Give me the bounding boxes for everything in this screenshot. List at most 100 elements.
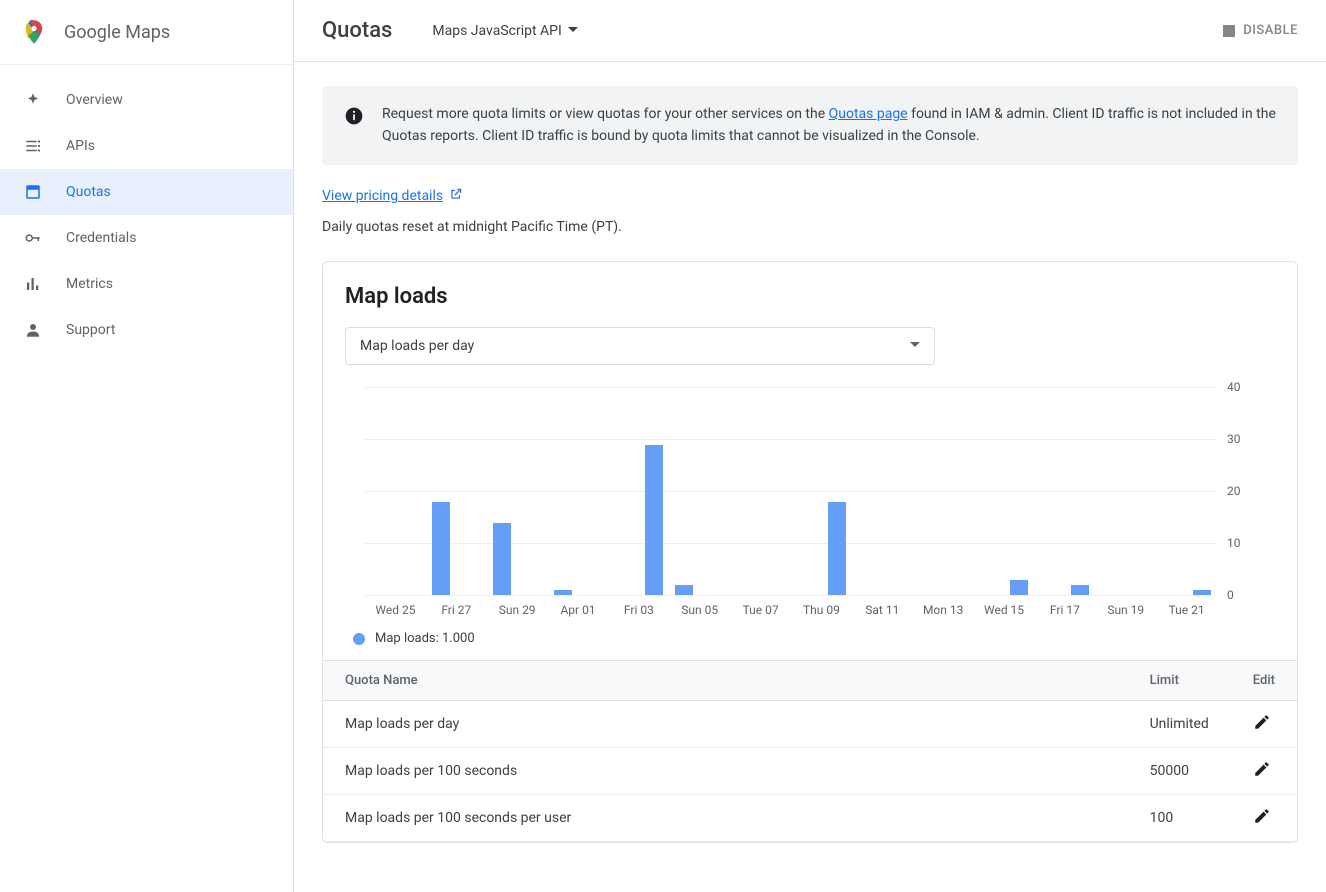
quota-limit-cell: Unlimited xyxy=(1128,701,1231,748)
x-tick: Tue 21 xyxy=(1156,603,1217,617)
edit-icon[interactable] xyxy=(1253,719,1271,735)
bar-slot xyxy=(913,387,943,595)
info-icon xyxy=(344,106,364,126)
main: Quotas Maps JavaScript API DISABLE Reque… xyxy=(294,0,1326,892)
bar-slot xyxy=(578,387,608,595)
map-loads-card: Map loads Map loads per day 010203040Wed… xyxy=(322,261,1298,843)
api-selector[interactable]: Maps JavaScript API xyxy=(432,23,577,39)
bar-slot xyxy=(1126,387,1156,595)
bars xyxy=(365,387,1217,595)
banner-pre: Request more quota limits or view quotas… xyxy=(382,106,829,122)
nav-label: Metrics xyxy=(66,276,113,292)
quota-limit-cell: 100 xyxy=(1128,795,1231,842)
stop-icon xyxy=(1223,25,1235,37)
y-tick: 0 xyxy=(1227,588,1267,602)
y-tick: 20 xyxy=(1227,484,1267,498)
bar xyxy=(493,523,511,596)
quota-limit-cell: 50000 xyxy=(1128,748,1231,795)
sidebar-item-support[interactable]: Support xyxy=(0,307,293,353)
bar-slot xyxy=(1004,387,1034,595)
bar-slot xyxy=(882,387,912,595)
bar-slot xyxy=(395,387,425,595)
bar xyxy=(1193,590,1211,595)
caret-down-icon xyxy=(568,23,578,39)
bar-slot xyxy=(456,387,486,595)
person-icon xyxy=(22,319,44,341)
bar-slot xyxy=(852,387,882,595)
x-tick: Thu 09 xyxy=(791,603,852,617)
x-tick: Fri 03 xyxy=(608,603,669,617)
bar-slot xyxy=(365,387,395,595)
quota-table: Quota Name Limit Edit Map loads per dayU… xyxy=(323,660,1297,842)
bar-slot xyxy=(1065,387,1095,595)
sidebar-item-metrics[interactable]: Metrics xyxy=(0,261,293,307)
sidebar-header: Google Maps xyxy=(0,0,293,65)
api-selected-label: Maps JavaScript API xyxy=(432,23,561,39)
quota-name-cell: Map loads per day xyxy=(323,701,1128,748)
x-tick: Apr 01 xyxy=(548,603,609,617)
bar xyxy=(432,502,450,596)
nav-label: Quotas xyxy=(66,184,111,200)
bar xyxy=(554,590,572,595)
bar-slot xyxy=(1095,387,1125,595)
x-tick: Fri 27 xyxy=(426,603,487,617)
bar-slot xyxy=(639,387,669,595)
page-title: Quotas xyxy=(322,18,392,43)
sidebar-item-overview[interactable]: Overview xyxy=(0,77,293,123)
chart-legend: Map loads: 1.000 xyxy=(323,623,1297,660)
main-header: Quotas Maps JavaScript API DISABLE xyxy=(294,0,1326,62)
metric-selected-label: Map loads per day xyxy=(360,338,474,354)
card-title: Map loads xyxy=(323,284,1297,327)
nav-label: Overview xyxy=(66,92,123,108)
x-tick: Mon 13 xyxy=(913,603,974,617)
x-axis: Wed 25Fri 27Sun 29Apr 01Fri 03Sun 05Tue … xyxy=(365,603,1217,617)
grid-line xyxy=(365,595,1217,596)
info-banner: Request more quota limits or view quotas… xyxy=(322,86,1298,165)
info-text: Request more quota limits or view quotas… xyxy=(382,104,1276,147)
product-name: Google Maps xyxy=(64,22,170,43)
x-tick: Tue 07 xyxy=(730,603,791,617)
chart: 010203040Wed 25Fri 27Sun 29Apr 01Fri 03S… xyxy=(323,377,1297,623)
metrics-icon xyxy=(22,273,44,295)
bar xyxy=(1071,585,1089,595)
edit-icon[interactable] xyxy=(1253,813,1271,829)
bar-slot xyxy=(791,387,821,595)
table-row: Map loads per 100 seconds50000 xyxy=(323,748,1297,795)
col-edit: Edit xyxy=(1231,661,1297,701)
sidebar-item-apis[interactable]: APIs xyxy=(0,123,293,169)
bar-slot xyxy=(1186,387,1216,595)
sidebar-item-quotas[interactable]: Quotas xyxy=(0,169,293,215)
content: Request more quota limits or view quotas… xyxy=(294,62,1326,867)
metric-selector[interactable]: Map loads per day xyxy=(345,327,935,365)
bar-slot xyxy=(730,387,760,595)
table-row: Map loads per 100 seconds per user100 xyxy=(323,795,1297,842)
bar-slot xyxy=(700,387,730,595)
sidebar-nav: Overview APIs Quotas Credentials xyxy=(0,65,293,353)
quota-name-cell: Map loads per 100 seconds xyxy=(323,748,1128,795)
sidebar-item-credentials[interactable]: Credentials xyxy=(0,215,293,261)
x-tick: Wed 15 xyxy=(974,603,1035,617)
edit-icon[interactable] xyxy=(1253,766,1271,782)
bar-slot xyxy=(760,387,790,595)
bar xyxy=(1010,580,1028,596)
bar-slot xyxy=(426,387,456,595)
bar xyxy=(675,585,693,595)
bar xyxy=(645,445,663,596)
overview-icon xyxy=(22,89,44,111)
col-quota-name: Quota Name xyxy=(323,661,1128,701)
view-pricing-details-link[interactable]: View pricing details xyxy=(322,187,463,205)
reset-note: Daily quotas reset at midnight Pacific T… xyxy=(322,219,1298,235)
disable-button[interactable]: DISABLE xyxy=(1223,23,1298,38)
table-row: Map loads per dayUnlimited xyxy=(323,701,1297,748)
pricing-link-label: View pricing details xyxy=(322,188,443,204)
quotas-page-link[interactable]: Quotas page xyxy=(829,106,908,122)
legend-label: Map loads: 1.000 xyxy=(375,631,475,646)
apis-icon xyxy=(22,135,44,157)
legend-dot-icon xyxy=(353,633,365,645)
y-tick: 10 xyxy=(1227,536,1267,550)
bar-slot xyxy=(1156,387,1186,595)
y-tick: 40 xyxy=(1227,380,1267,394)
x-tick: Sun 05 xyxy=(669,603,730,617)
disable-label: DISABLE xyxy=(1243,23,1298,38)
bar-slot xyxy=(487,387,517,595)
